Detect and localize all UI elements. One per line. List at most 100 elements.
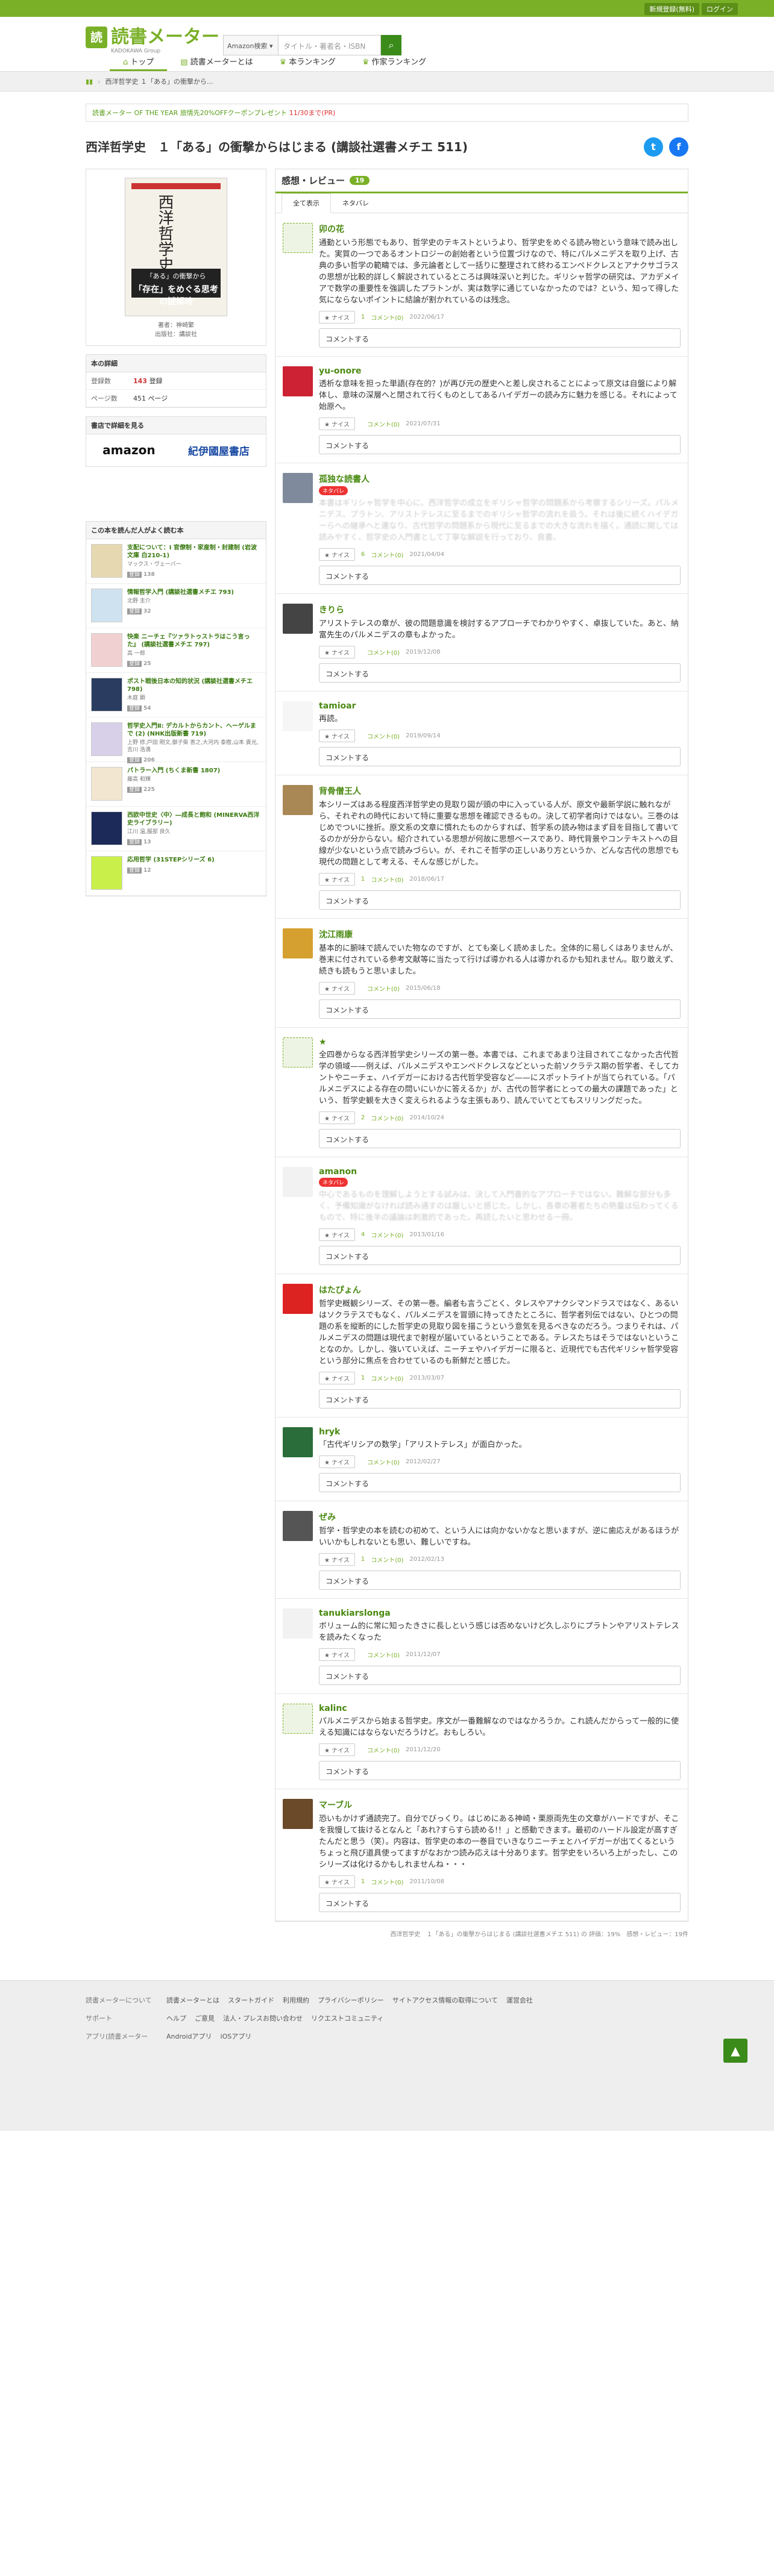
also-read-title[interactable]: 西欧中世史〈中〉―成長と飽和 (MINERVA西洋史ライブラリー) (127, 811, 261, 827)
also-read-thumbnail[interactable] (91, 722, 122, 756)
also-read-item[interactable]: 応用哲学 (31STEPシリーズ 6) 登録 12 (86, 851, 266, 896)
review-user[interactable]: yu-onore (319, 366, 681, 376)
comment-link[interactable]: コメント(0) (371, 1877, 403, 1886)
comment-input[interactable]: コメントする (319, 1571, 681, 1590)
also-read-item[interactable]: パトラー入門 (ちくま新書 1807) 藤高 和輝 登録 225 (86, 762, 266, 807)
comment-link[interactable]: コメント(0) (371, 1555, 403, 1564)
comment-input[interactable]: コメントする (319, 1246, 681, 1265)
comment-link[interactable]: コメント(0) (367, 731, 400, 740)
user-avatar[interactable] (283, 1427, 313, 1457)
also-read-thumbnail[interactable] (91, 811, 122, 845)
comment-input[interactable]: コメントする (319, 1129, 681, 1148)
comment-input[interactable]: コメントする (319, 1666, 681, 1685)
comment-input[interactable]: コメントする (319, 328, 681, 348)
comment-input[interactable]: コメントする (319, 435, 681, 454)
facebook-icon[interactable]: f (669, 137, 688, 157)
also-read-thumbnail[interactable] (91, 856, 122, 890)
user-avatar[interactable] (283, 366, 313, 396)
signup-link[interactable]: 新規登録(無料) (644, 3, 699, 15)
search-input[interactable]: タイトル・著者名・ISBN (278, 35, 381, 55)
also-read-title[interactable]: 情報哲学入門 (講談社選書メチエ 793) (127, 589, 234, 596)
user-avatar[interactable] (283, 701, 313, 731)
also-read-item[interactable]: 哲学史入門Ⅱ: デカルトからカント、ヘーゲルまで (2) (NHK出版新書 71… (86, 717, 266, 763)
search-scope-select[interactable]: Amazon検索 ▾ (223, 35, 278, 55)
footer-link[interactable]: サイトアクセス情報の取得について (392, 1995, 498, 2005)
comment-link[interactable]: コメント(0) (367, 1650, 400, 1659)
nav-author-ranking[interactable]: ♛ 作家ランキング (349, 54, 439, 71)
nav-about[interactable]: ▤ 読書メーターとは (167, 54, 266, 71)
user-avatar[interactable] (283, 1167, 313, 1197)
comment-link[interactable]: コメント(0) (371, 875, 403, 884)
comment-link[interactable]: コメント(0) (371, 1113, 403, 1122)
search-icon[interactable]: ⌕ (381, 35, 401, 55)
breadcrumb-item[interactable]: 西洋哲学史 １「ある」の衝撃から... (105, 72, 213, 92)
review-user[interactable]: はたぴょん (319, 1284, 681, 1296)
review-user[interactable]: kalinc (319, 1704, 681, 1713)
comment-link[interactable]: コメント(0) (367, 419, 400, 428)
comment-input[interactable]: コメントする (319, 663, 681, 683)
nice-button[interactable]: ★ ナイス (319, 873, 355, 886)
comment-link[interactable]: コメント(0) (371, 313, 403, 322)
back-to-top-icon[interactable]: ▲ (723, 2039, 747, 2063)
comment-input[interactable]: コメントする (319, 999, 681, 1019)
user-avatar[interactable] (283, 1608, 313, 1639)
nice-button[interactable]: ★ ナイス (319, 417, 355, 430)
review-user[interactable]: 背骨僧王人 (319, 785, 681, 797)
review-user[interactable]: 沈江雨康 (319, 928, 681, 940)
also-read-item[interactable]: 情報哲学入門 (講談社選書メチエ 793) 北野 圭介 登録 32 (86, 584, 266, 628)
nice-button[interactable]: ★ ナイス (319, 1228, 355, 1241)
also-read-thumbnail[interactable] (91, 633, 122, 667)
nice-button[interactable]: ★ ナイス (319, 1455, 355, 1468)
book-author[interactable]: 著者：神崎繁 (86, 321, 266, 330)
comment-link[interactable]: コメント(0) (367, 648, 400, 657)
comment-link[interactable]: コメント(0) (371, 1374, 403, 1383)
also-read-item[interactable]: 快楽 ニーチェ『ツァラトゥストラはこう言った』 (講談社選書メチエ 797) 高 … (86, 628, 266, 673)
footer-link[interactable]: プライバシーポリシー (318, 1995, 384, 2005)
nice-button[interactable]: ★ ナイス (319, 730, 355, 742)
nice-button[interactable]: ★ ナイス (319, 1111, 355, 1124)
review-user[interactable]: ぜみ (319, 1511, 681, 1523)
tab-all[interactable]: 全て表示 (282, 193, 331, 213)
review-user[interactable]: amanon (319, 1167, 681, 1177)
nice-button[interactable]: ★ ナイス (319, 1875, 355, 1888)
comment-link[interactable]: コメント(0) (371, 550, 403, 559)
logo[interactable]: 読 読書メーター KADOKAWA Group (86, 27, 219, 54)
comment-link[interactable]: コメント(0) (367, 1745, 400, 1754)
nav-top[interactable]: ⌂ トップ (110, 54, 168, 71)
footer-link[interactable]: 運営会社 (506, 1995, 533, 2005)
comment-input[interactable]: コメントする (319, 1389, 681, 1408)
also-read-title[interactable]: 支配について：Ⅰ 官僚制・家産制・封建制 (岩波文庫 白210-1) (127, 544, 261, 560)
user-avatar[interactable] (283, 223, 313, 253)
notice-link-a[interactable]: 読書メーター OF THE YEAR (92, 109, 178, 117)
nice-button[interactable]: ★ ナイス (319, 646, 355, 658)
comment-input[interactable]: コメントする (319, 1893, 681, 1912)
also-read-thumbnail[interactable] (91, 589, 122, 622)
footer-link[interactable]: ヘルプ (166, 2013, 186, 2023)
nice-button[interactable]: ★ ナイス (319, 982, 355, 995)
user-avatar[interactable] (283, 1511, 313, 1541)
twitter-icon[interactable]: t (644, 137, 663, 157)
notice-link-b[interactable]: 旅情先20%OFFクーポンプレゼント (180, 109, 287, 117)
user-avatar[interactable] (283, 604, 313, 634)
footer-link[interactable]: スタートガイド (228, 1995, 274, 2005)
comment-input[interactable]: コメントする (319, 1761, 681, 1780)
comment-link[interactable]: コメント(0) (371, 1230, 403, 1239)
comment-input[interactable]: コメントする (319, 1473, 681, 1492)
review-user[interactable]: tamioar (319, 701, 681, 711)
review-user[interactable]: マーブル (319, 1799, 681, 1811)
also-read-title[interactable]: 哲学史入門Ⅱ: デカルトからカント、ヘーゲルまで (2) (NHK出版新書 71… (127, 722, 261, 738)
review-user[interactable]: 卯の花 (319, 223, 681, 235)
footer-link[interactable]: 読書メーターとは (166, 1995, 219, 2005)
book-cover-image[interactable]: 西洋哲学史Ⅰ 「ある」の衝撃から 「存在」をめぐる思考の謎解時 (125, 178, 227, 316)
footer-link[interactable]: 利用規約 (283, 1995, 309, 2005)
comment-input[interactable]: コメントする (319, 890, 681, 910)
also-read-title[interactable]: 応用哲学 (31STEPシリーズ 6) (127, 856, 215, 864)
tab-spoiler[interactable]: ネタバレ (331, 193, 380, 213)
footer-link[interactable]: 法人・プレスお問い合わせ (223, 2013, 303, 2023)
review-user[interactable]: hryk (319, 1427, 681, 1437)
review-user[interactable]: ★ (319, 1037, 681, 1047)
footer-link[interactable]: リクエストコミュニティ (311, 2013, 383, 2023)
also-read-title[interactable]: パトラー入門 (ちくま新書 1807) (127, 767, 220, 775)
review-user[interactable]: 孤独な読書人 (319, 473, 681, 485)
nice-button[interactable]: ★ ナイス (319, 311, 355, 324)
